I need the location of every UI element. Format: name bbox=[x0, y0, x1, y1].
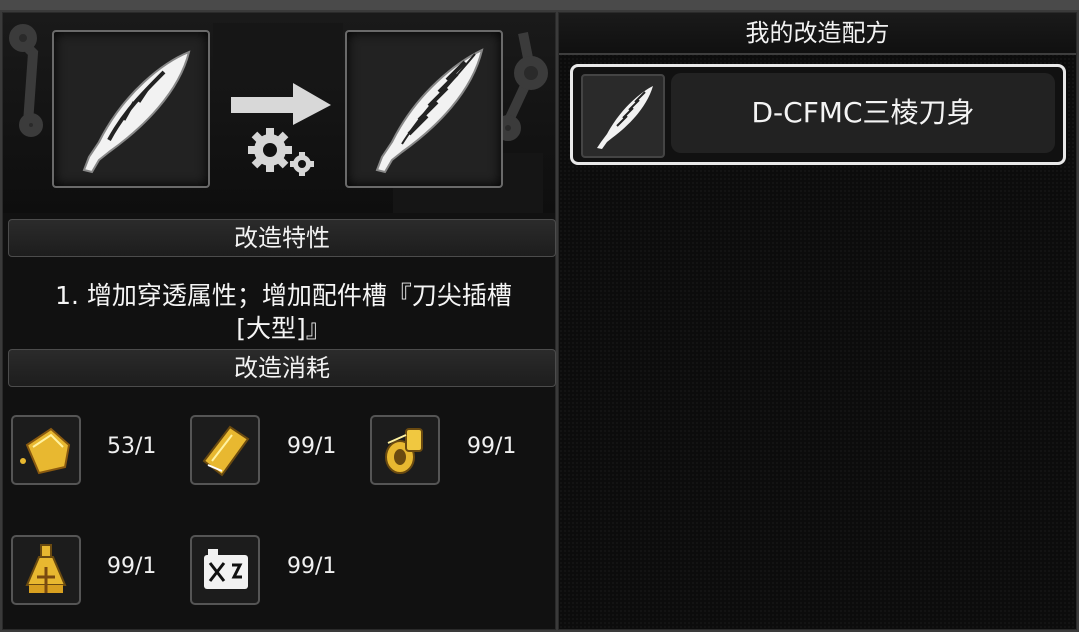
broken-battery-icon bbox=[204, 549, 248, 589]
arrow-right-icon bbox=[231, 83, 331, 125]
target-blade-slot[interactable] bbox=[345, 30, 503, 188]
gears-icon bbox=[248, 128, 314, 176]
gold-plate-icon bbox=[20, 427, 71, 475]
gold-card-icon bbox=[202, 425, 250, 477]
material-count: 99/1 bbox=[287, 434, 337, 459]
top-bar bbox=[0, 0, 1079, 10]
gold-spool-icon bbox=[385, 428, 423, 474]
trait-text: 1. 增加穿透属性；增加配件槽『刀尖插槽 [大型]』 bbox=[11, 279, 556, 345]
material-slot[interactable] bbox=[370, 415, 440, 485]
flask-icon bbox=[25, 544, 67, 593]
source-blade-slot[interactable] bbox=[52, 30, 210, 188]
recipe-item[interactable]: D-CFMC三棱刀身 bbox=[570, 64, 1066, 165]
recipe-panel-title: 我的改造配方 bbox=[559, 13, 1076, 55]
upgraded-blade-icon bbox=[375, 48, 484, 174]
material-count: 99/1 bbox=[467, 434, 517, 459]
upgraded-blade-icon bbox=[597, 86, 653, 149]
material-slot[interactable] bbox=[190, 415, 260, 485]
cost-header: 改造消耗 bbox=[8, 349, 556, 387]
recipe-panel: 我的改造配方 D-CFMC三棱刀身 bbox=[558, 12, 1077, 630]
trait-line-2: [大型]』 bbox=[236, 314, 331, 343]
blade-icon bbox=[82, 50, 191, 174]
modify-panel: 改造特性 1. 增加穿透属性；增加配件槽『刀尖插槽 [大型]』 改造消耗 53/… bbox=[2, 12, 556, 630]
material-slot[interactable] bbox=[190, 535, 260, 605]
material-slot[interactable] bbox=[11, 535, 81, 605]
material-count: 99/1 bbox=[107, 554, 157, 579]
material-count: 53/1 bbox=[107, 434, 157, 459]
material-slot[interactable] bbox=[11, 415, 81, 485]
recipe-thumbnail bbox=[581, 74, 665, 158]
modify-banner bbox=[3, 13, 555, 213]
recipe-name: D-CFMC三棱刀身 bbox=[671, 73, 1055, 153]
trait-line-1: 1. 增加穿透属性；增加配件槽『刀尖插槽 bbox=[55, 281, 512, 310]
material-count: 99/1 bbox=[287, 554, 337, 579]
trait-header: 改造特性 bbox=[8, 219, 556, 257]
